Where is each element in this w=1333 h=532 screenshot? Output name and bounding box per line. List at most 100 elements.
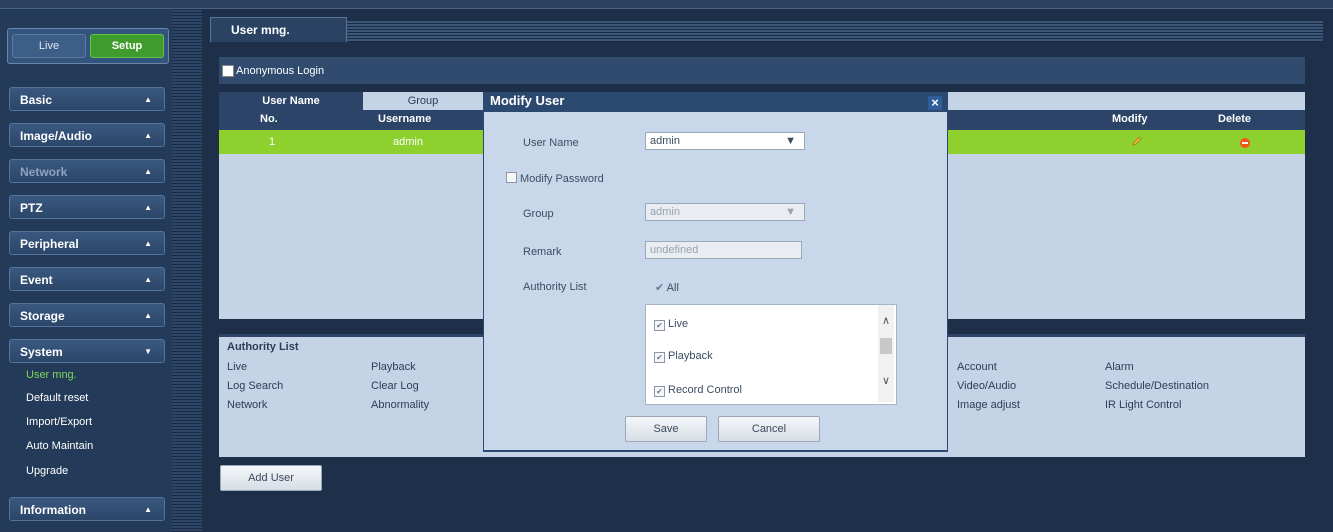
cell-no: 1 — [269, 136, 276, 148]
header-modify: Modify — [1112, 113, 1148, 125]
menu-label: Storage — [20, 309, 65, 323]
submenu-upgrade[interactable]: Upgrade — [26, 465, 68, 477]
subtab-user-name[interactable]: User Name — [219, 92, 363, 110]
arrow-up-icon: ▲ — [144, 311, 152, 320]
authority-item: Network — [227, 399, 268, 411]
tab-user-mng[interactable]: User mng. — [210, 17, 347, 42]
arrow-up-icon: ▲ — [144, 203, 152, 212]
modify-password-row[interactable]: Modify Password — [506, 172, 604, 185]
menu-image-audio[interactable]: Image/Audio ▲ — [9, 123, 165, 147]
arrow-down-icon: ▼ — [144, 347, 152, 356]
subtab-group[interactable]: Group — [363, 92, 483, 110]
cancel-button[interactable]: Cancel — [718, 416, 820, 442]
menu-information[interactable]: Information ▲ — [9, 497, 165, 521]
check-icon: ✔ — [654, 320, 665, 331]
all-checkbox-row[interactable]: ✔ All — [655, 281, 679, 294]
mode-switch: Live Setup — [7, 28, 169, 64]
menu-label: Network — [20, 165, 68, 179]
sidebar-divider — [172, 9, 190, 532]
user-name-value: admin — [650, 135, 680, 147]
main-divider — [190, 9, 202, 532]
authority-panel-title: Authority List — [227, 341, 299, 353]
remark-field: undefined — [645, 241, 802, 259]
group-label: Group — [523, 208, 554, 220]
arrow-up-icon: ▲ — [144, 239, 152, 248]
authority-item: Abnormality — [371, 399, 430, 411]
check-icon: ✔ — [654, 352, 665, 363]
anonymous-login-label: Anonymous Login — [236, 65, 325, 77]
authority-item: Alarm — [1105, 361, 1134, 373]
delete-icon[interactable] — [1240, 138, 1250, 148]
permission-label: Record Control — [668, 384, 742, 396]
authority-item: Playback — [371, 361, 416, 373]
modify-password-label: Modify Password — [520, 173, 604, 185]
dialog-title: Modify User — [490, 93, 565, 108]
menu-ptz[interactable]: PTZ ▲ — [9, 195, 165, 219]
arrow-up-icon: ▲ — [144, 131, 152, 140]
anonymous-login-bar — [219, 57, 1305, 84]
pencil-icon[interactable] — [1132, 136, 1142, 146]
group-select: admin ▼ — [645, 203, 805, 221]
menu-storage[interactable]: Storage ▲ — [9, 303, 165, 327]
check-icon: ✔ — [654, 386, 665, 397]
live-button[interactable]: Live — [12, 34, 86, 58]
header-no: No. — [260, 113, 278, 125]
remark-label: Remark — [523, 246, 562, 258]
arrow-up-icon: ▲ — [144, 275, 152, 284]
authority-item: IR Light Control — [1105, 399, 1182, 411]
authority-list-label: Authority List — [523, 281, 587, 293]
menu-label: Event — [20, 273, 53, 287]
scroll-down-icon[interactable]: ∨ — [882, 374, 890, 387]
arrow-up-icon: ▲ — [144, 167, 152, 176]
header-username: Username — [378, 113, 432, 125]
menu-basic[interactable]: Basic ▲ — [9, 87, 165, 111]
chevron-down-icon: ▼ — [785, 135, 796, 147]
permission-item[interactable]: ✔ Record Control — [654, 384, 742, 397]
permission-label: Live — [668, 318, 689, 330]
menu-label: Basic — [20, 93, 53, 107]
tab-strip — [345, 20, 1323, 42]
authority-item: Account — [957, 361, 997, 373]
scroll-up-icon[interactable]: ∧ — [882, 314, 890, 327]
remark-value: undefined — [650, 244, 699, 256]
setup-button[interactable]: Setup — [90, 34, 164, 58]
menu-system[interactable]: System ▼ — [9, 339, 165, 363]
user-name-label: User Name — [523, 137, 579, 149]
permission-item[interactable]: ✔ Playback — [654, 350, 713, 363]
menu-label: System — [20, 345, 63, 359]
authority-item: Clear Log — [371, 380, 419, 392]
menu-label: Image/Audio — [20, 129, 93, 143]
submenu-user-mng[interactable]: User mng. — [26, 369, 77, 381]
add-user-button[interactable]: Add User — [220, 465, 322, 491]
authority-item: Log Search — [227, 380, 284, 392]
submenu-default-reset[interactable]: Default reset — [26, 392, 88, 404]
scrollbar-thumb[interactable] — [880, 338, 892, 354]
authority-item: Video/Audio — [957, 380, 1017, 392]
menu-label: Peripheral — [20, 237, 79, 251]
menu-peripheral[interactable]: Peripheral ▲ — [9, 231, 165, 255]
user-name-select[interactable]: admin ▼ — [645, 132, 805, 150]
authority-item: Image adjust — [957, 399, 1020, 411]
chevron-down-icon: ▼ — [785, 206, 796, 218]
submenu-import-export[interactable]: Import/Export — [26, 416, 92, 428]
header-delete: Delete — [1218, 113, 1252, 125]
menu-label: Information — [20, 503, 86, 517]
menu-event[interactable]: Event ▲ — [9, 267, 165, 291]
check-icon: ✔ — [655, 282, 665, 294]
modify-password-checkbox[interactable] — [506, 172, 517, 183]
save-button[interactable]: Save — [625, 416, 707, 442]
all-label: All — [666, 282, 679, 294]
anonymous-login-checkbox[interactable] — [222, 65, 234, 78]
cell-username: admin — [393, 136, 423, 148]
submenu-auto-maintain[interactable]: Auto Maintain — [26, 440, 93, 452]
permission-item[interactable]: ✔ Live — [654, 318, 688, 331]
authority-item: Live — [227, 361, 248, 373]
close-icon[interactable]: × — [928, 96, 942, 110]
arrow-up-icon: ▲ — [144, 95, 152, 104]
menu-label: PTZ — [20, 201, 43, 215]
menu-network[interactable]: Network ▲ — [9, 159, 165, 183]
permission-label: Playback — [668, 350, 713, 362]
arrow-up-icon: ▲ — [144, 505, 152, 514]
group-value: admin — [650, 206, 680, 218]
top-bar — [0, 0, 1333, 9]
